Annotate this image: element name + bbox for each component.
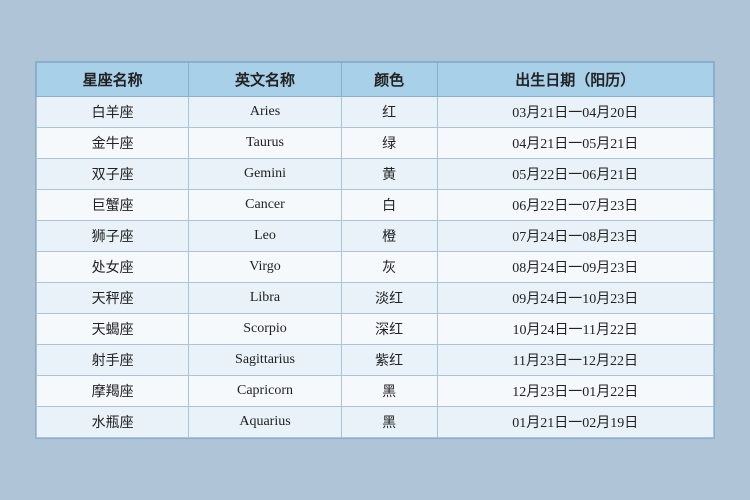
table-row: 金牛座Taurus绿04月21日一05月21日 (37, 128, 714, 159)
table-row: 摩羯座Capricorn黑12月23日一01月22日 (37, 376, 714, 407)
cell-chinese-name: 狮子座 (37, 221, 189, 252)
cell-chinese-name: 天秤座 (37, 283, 189, 314)
cell-chinese-name: 双子座 (37, 159, 189, 190)
cell-dates: 05月22日一06月21日 (437, 159, 713, 190)
cell-color: 黑 (341, 407, 437, 438)
table-row: 白羊座Aries红03月21日一04月20日 (37, 97, 714, 128)
table-row: 天蝎座Scorpio深红10月24日一11月22日 (37, 314, 714, 345)
header-dates: 出生日期（阳历） (437, 63, 713, 97)
cell-chinese-name: 射手座 (37, 345, 189, 376)
cell-color: 橙 (341, 221, 437, 252)
cell-chinese-name: 天蝎座 (37, 314, 189, 345)
cell-chinese-name: 巨蟹座 (37, 190, 189, 221)
cell-dates: 12月23日一01月22日 (437, 376, 713, 407)
cell-color: 白 (341, 190, 437, 221)
table-row: 双子座Gemini黄05月22日一06月21日 (37, 159, 714, 190)
header-english-name: 英文名称 (189, 63, 341, 97)
table-row: 巨蟹座Cancer白06月22日一07月23日 (37, 190, 714, 221)
cell-english-name: Capricorn (189, 376, 341, 407)
cell-english-name: Taurus (189, 128, 341, 159)
cell-dates: 07月24日一08月23日 (437, 221, 713, 252)
table-row: 天秤座Libra淡红09月24日一10月23日 (37, 283, 714, 314)
cell-chinese-name: 金牛座 (37, 128, 189, 159)
cell-color: 深红 (341, 314, 437, 345)
header-color: 颜色 (341, 63, 437, 97)
table-row: 狮子座Leo橙07月24日一08月23日 (37, 221, 714, 252)
cell-dates: 08月24日一09月23日 (437, 252, 713, 283)
cell-chinese-name: 处女座 (37, 252, 189, 283)
cell-color: 淡红 (341, 283, 437, 314)
cell-chinese-name: 水瓶座 (37, 407, 189, 438)
cell-chinese-name: 白羊座 (37, 97, 189, 128)
cell-dates: 10月24日一11月22日 (437, 314, 713, 345)
cell-color: 红 (341, 97, 437, 128)
cell-english-name: Aquarius (189, 407, 341, 438)
cell-dates: 11月23日一12月22日 (437, 345, 713, 376)
cell-english-name: Aries (189, 97, 341, 128)
header-chinese-name: 星座名称 (37, 63, 189, 97)
cell-dates: 01月21日一02月19日 (437, 407, 713, 438)
cell-english-name: Leo (189, 221, 341, 252)
cell-english-name: Libra (189, 283, 341, 314)
cell-dates: 03月21日一04月20日 (437, 97, 713, 128)
cell-color: 绿 (341, 128, 437, 159)
cell-color: 黄 (341, 159, 437, 190)
cell-chinese-name: 摩羯座 (37, 376, 189, 407)
cell-english-name: Virgo (189, 252, 341, 283)
cell-english-name: Scorpio (189, 314, 341, 345)
cell-english-name: Gemini (189, 159, 341, 190)
cell-color: 黑 (341, 376, 437, 407)
table-header-row: 星座名称 英文名称 颜色 出生日期（阳历） (37, 63, 714, 97)
cell-english-name: Cancer (189, 190, 341, 221)
table-row: 水瓶座Aquarius黑01月21日一02月19日 (37, 407, 714, 438)
table-row: 射手座Sagittarius紫红11月23日一12月22日 (37, 345, 714, 376)
zodiac-table-container: 星座名称 英文名称 颜色 出生日期（阳历） 白羊座Aries红03月21日一04… (35, 61, 715, 439)
zodiac-table: 星座名称 英文名称 颜色 出生日期（阳历） 白羊座Aries红03月21日一04… (36, 62, 714, 438)
cell-color: 紫红 (341, 345, 437, 376)
cell-color: 灰 (341, 252, 437, 283)
table-row: 处女座Virgo灰08月24日一09月23日 (37, 252, 714, 283)
cell-dates: 04月21日一05月21日 (437, 128, 713, 159)
cell-dates: 06月22日一07月23日 (437, 190, 713, 221)
cell-dates: 09月24日一10月23日 (437, 283, 713, 314)
cell-english-name: Sagittarius (189, 345, 341, 376)
